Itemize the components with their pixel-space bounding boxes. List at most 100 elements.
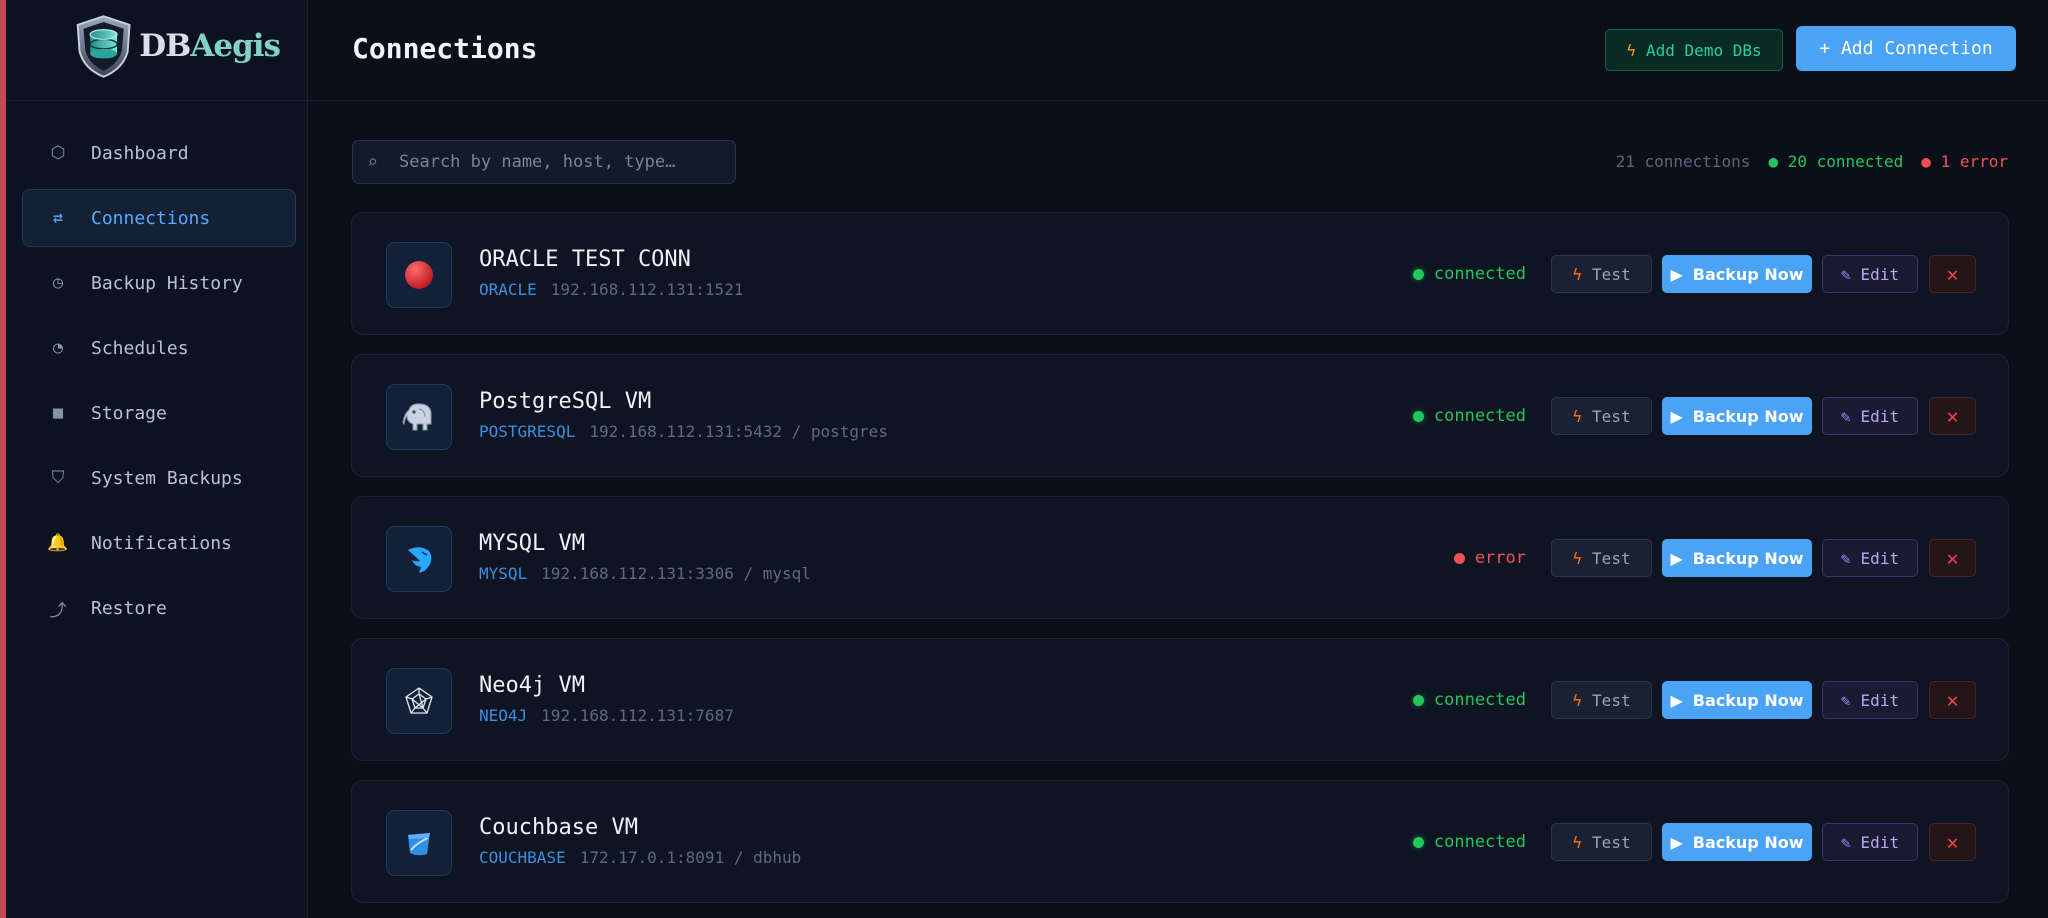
connection-name: ORACLE TEST CONN: [479, 247, 691, 272]
connection-type: ORACLE: [479, 280, 537, 299]
edit-button[interactable]: ✎ Edit: [1822, 681, 1918, 719]
connection-address: 192.168.112.131:5432 / postgres: [589, 422, 888, 441]
status-dot-icon: [1453, 552, 1465, 564]
sidebar-item-label: Connections: [91, 207, 211, 229]
edit-button[interactable]: ✎ Edit: [1822, 539, 1918, 577]
page-title: Connections: [352, 32, 538, 65]
backup-now-label: Backup Now: [1692, 406, 1804, 426]
connection-card: Couchbase VM COUCHBASE 172.17.0.1:8091 / d…: [351, 780, 2009, 903]
status-dot-icon: [1412, 410, 1424, 422]
connection-meta: COUCHBASE 172.17.0.1:8091 / dbhub: [479, 848, 801, 867]
oracle-icon: [386, 242, 452, 308]
test-button[interactable]: ϟ Test: [1551, 681, 1652, 719]
error-count: ● 1 error: [1921, 152, 2008, 171]
sidebar-item-dashboard[interactable]: ⬡ Dashboard: [22, 124, 296, 182]
play-icon: ▶: [1670, 548, 1683, 568]
connection-name: Neo4j VM: [479, 673, 585, 698]
pencil-icon: ✎: [1840, 406, 1851, 426]
brand-name: DBAegis: [139, 28, 281, 64]
edit-label: Edit: [1860, 690, 1900, 710]
play-icon: ▶: [1670, 406, 1683, 426]
status-badge: error: [1453, 548, 1526, 568]
backup-now-button[interactable]: ▶ Backup Now: [1662, 539, 1812, 577]
backup-now-button[interactable]: ▶ Backup Now: [1662, 255, 1812, 293]
pie-clock-icon: ◔: [52, 338, 64, 358]
connection-address: 192.168.112.131:3306 / mysql: [541, 564, 811, 583]
connection-address: 192.168.112.131:1521: [550, 280, 744, 299]
sidebar-item-connections[interactable]: ⇄ Connections: [22, 189, 296, 247]
pencil-icon: ✎: [1840, 264, 1851, 284]
search-icon: ⌕: [367, 151, 378, 173]
edit-label: Edit: [1860, 264, 1900, 284]
add-connection-button[interactable]: + Add Connection: [1796, 26, 2016, 71]
clock-icon: ◷: [52, 273, 64, 293]
connection-stats: 21 connections ● 20 connected ● 1 error: [1616, 152, 2008, 171]
delete-button[interactable]: ✕: [1929, 681, 1976, 719]
sidebar-item-label: Storage: [91, 402, 167, 424]
sidebar-divider: [6, 100, 308, 101]
test-label: Test: [1592, 832, 1631, 852]
connection-type: MYSQL: [479, 564, 528, 583]
shield-icon: ⛉: [51, 468, 65, 488]
status-label: connected: [1433, 832, 1526, 852]
sidebar-item-storage[interactable]: ■ Storage: [22, 384, 296, 442]
test-button[interactable]: ϟ Test: [1551, 539, 1652, 577]
edit-button[interactable]: ✎ Edit: [1822, 397, 1918, 435]
status-dot-icon: [1412, 694, 1424, 706]
sidebar-item-label: Restore: [91, 597, 167, 619]
restore-arrow-icon: ⤴: [49, 600, 67, 621]
pencil-icon: ✎: [1840, 548, 1851, 568]
sidebar-item-system-backups[interactable]: ⛉ System Backups: [22, 449, 296, 507]
delete-button[interactable]: ✕: [1929, 255, 1976, 293]
sidebar-item-label: Notifications: [91, 532, 232, 554]
status-dot-icon: [1412, 268, 1424, 280]
add-demo-dbs-button[interactable]: ϟ Add Demo DBs: [1605, 29, 1783, 71]
brand-logo[interactable]: DBAegis: [70, 12, 281, 80]
delete-button[interactable]: ✕: [1929, 539, 1976, 577]
edit-button[interactable]: ✎ Edit: [1822, 823, 1918, 861]
bolt-icon: ϟ: [1572, 690, 1583, 710]
connection-card: Neo4j VM NEO4J 192.168.112.131:7687 connect…: [351, 638, 2009, 761]
test-button[interactable]: ϟ Test: [1551, 823, 1652, 861]
test-label: Test: [1592, 406, 1631, 426]
delete-button[interactable]: ✕: [1929, 823, 1976, 861]
backup-now-button[interactable]: ▶ Backup Now: [1662, 397, 1812, 435]
backup-now-button[interactable]: ▶ Backup Now: [1662, 681, 1812, 719]
status-label: error: [1474, 548, 1526, 568]
status-label: connected: [1433, 690, 1526, 710]
connected-count: ● 20 connected: [1768, 152, 1904, 171]
sidebar-nav: ⬡ Dashboard ⇄ Connections ◷ Backup History ◔ Sc…: [22, 124, 296, 644]
connection-card: ORACLE TEST CONN ORACLE 192.168.112.131:15…: [351, 212, 2009, 335]
status-label: connected: [1433, 406, 1526, 426]
top-bar: Connections ϟ Add Demo DBs + Add Connect…: [308, 0, 2048, 101]
connection-type: COUCHBASE: [479, 848, 566, 867]
sidebar-item-label: Schedules: [91, 337, 189, 359]
search-input[interactable]: [399, 152, 719, 172]
backup-now-label: Backup Now: [1692, 264, 1804, 284]
status-label: connected: [1433, 264, 1526, 284]
edit-label: Edit: [1860, 406, 1900, 426]
backup-now-button[interactable]: ▶ Backup Now: [1662, 823, 1812, 861]
sidebar-item-notifications[interactable]: 🔔 Notifications: [22, 514, 296, 572]
status-badge: connected: [1412, 406, 1526, 426]
connection-meta: NEO4J 192.168.112.131:7687: [479, 706, 734, 725]
sidebar-item-backup-history[interactable]: ◷ Backup History: [22, 254, 296, 312]
connection-card: MYSQL VM MYSQL 192.168.112.131:3306 / mysq…: [351, 496, 2009, 619]
bell-icon: 🔔: [47, 533, 69, 553]
mysql-dolphin-icon: [386, 526, 452, 592]
test-button[interactable]: ϟ Test: [1551, 397, 1652, 435]
couchbase-icon: [386, 810, 452, 876]
delete-button[interactable]: ✕: [1929, 397, 1976, 435]
sidebar-item-restore[interactable]: ⤴ Restore: [22, 579, 296, 637]
connection-address: 192.168.112.131:7687: [541, 706, 734, 725]
connection-name: PostgreSQL VM: [479, 389, 652, 414]
edit-button[interactable]: ✎ Edit: [1822, 255, 1918, 293]
play-icon: ▶: [1670, 690, 1683, 710]
status-dot-icon: [1412, 836, 1424, 848]
search-box: ⌕: [352, 140, 736, 184]
test-label: Test: [1592, 548, 1631, 568]
test-button[interactable]: ϟ Test: [1551, 255, 1652, 293]
sidebar-item-schedules[interactable]: ◔ Schedules: [22, 319, 296, 377]
status-badge: connected: [1412, 832, 1526, 852]
play-icon: ▶: [1670, 832, 1683, 852]
